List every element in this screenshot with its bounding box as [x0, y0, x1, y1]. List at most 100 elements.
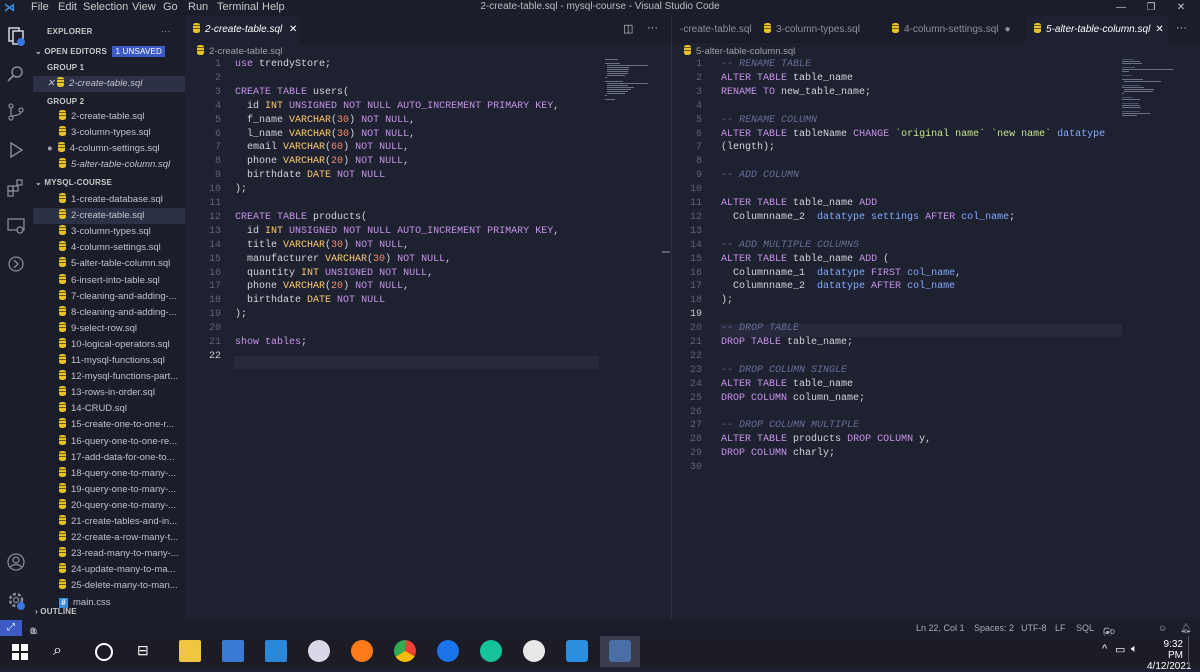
clock[interactable]: 9:32 PM 4/12/2021	[1147, 639, 1192, 672]
menu-terminal[interactable]: Terminal	[217, 1, 259, 13]
close-tab-icon[interactable]: ✕	[289, 24, 297, 35]
code-line[interactable]: phone VARCHAR(20) NOT NULL,	[235, 280, 409, 294]
code-line[interactable]: );	[721, 294, 733, 308]
code-line[interactable]: quantity INT UNSIGNED NOT NULL,	[235, 267, 433, 281]
code-line[interactable]: f_name VARCHAR(30) NOT NULL,	[235, 114, 415, 128]
code-line[interactable]: Columnname_2 datatype settings AFTER col…	[721, 211, 1015, 225]
settings-gear-icon[interactable]	[6, 590, 26, 610]
file-item[interactable]: 23-read-many-to-many-...	[33, 546, 185, 562]
code-line[interactable]: DROP COLUMN charly;	[721, 447, 835, 461]
code-line[interactable]: Columnname_2 datatype AFTER col_name	[721, 280, 955, 294]
code-line[interactable]: );	[235, 183, 247, 197]
file-item[interactable]: 13-rows-in-order.sql	[33, 385, 185, 401]
source-control-icon[interactable]	[6, 102, 26, 122]
code-line[interactable]: birthdate DATE NOT NULL	[235, 294, 385, 308]
code-line[interactable]: ALTER TABLE products DROP COLUMN y,	[721, 433, 931, 447]
chrome-icon[interactable]	[394, 640, 416, 662]
tab-2-create-table[interactable]: -create-table.sql	[672, 16, 754, 43]
right-minimap[interactable]	[1122, 59, 1192, 129]
feedback-icon[interactable]: ☺	[1158, 623, 1167, 633]
code-line[interactable]: DROP COLUMN column_name;	[721, 392, 865, 406]
file-item[interactable]: 2-create-table.sql	[33, 208, 185, 225]
menu-selection[interactable]: Selection	[83, 1, 128, 13]
file-item[interactable]: 10-logical-operators.sql	[33, 337, 185, 353]
code-line[interactable]: -- DROP COLUMN SINGLE	[721, 364, 847, 378]
language-mode[interactable]: SQL	[1076, 623, 1094, 633]
remote-indicator-icon[interactable]: ⤢	[0, 620, 22, 636]
menu-run[interactable]: Run	[188, 1, 208, 13]
open-editor-item[interactable]: 2-create-table.sql	[33, 109, 185, 125]
mail-icon[interactable]	[265, 640, 287, 662]
tab-2-create-table[interactable]: 2-create-table.sql ✕	[185, 16, 300, 43]
split-editor-icon[interactable]: ◫	[623, 22, 633, 35]
file-item[interactable]: 20-query-one-to-many-...	[33, 498, 185, 514]
minimize-icon[interactable]: —	[1106, 0, 1136, 16]
code-line[interactable]: manufacturer VARCHAR(30) NOT NULL,	[235, 253, 451, 267]
indentation[interactable]: Spaces: 2	[974, 623, 1014, 633]
code-line[interactable]: id INT UNSIGNED NOT NULL AUTO_INCREMENT …	[235, 100, 559, 114]
menu-edit[interactable]: Edit	[58, 1, 77, 13]
open-editor-item[interactable]: ✕ 2-create-table.sql	[33, 76, 185, 92]
file-item[interactable]: 15-create-one-to-one-r...	[33, 417, 185, 433]
code-line[interactable]: l_name VARCHAR(30) NOT NULL,	[235, 128, 415, 142]
code-line[interactable]: );	[235, 308, 247, 322]
file-item[interactable]: 4-column-settings.sql	[33, 240, 185, 256]
code-line[interactable]: DROP TABLE table_name;	[721, 336, 853, 350]
windows-start-icon[interactable]	[12, 644, 28, 660]
maps-icon[interactable]	[437, 640, 459, 662]
tab-5-alter-table-column[interactable]: 5-alter-table-column.sql ✕	[1026, 16, 1168, 43]
store-icon[interactable]	[222, 640, 244, 662]
tab-3-column-types[interactable]: 3-column-types.sql	[756, 16, 882, 43]
code-line[interactable]: show tables;	[235, 336, 307, 350]
open-editor-item[interactable]: 5-alter-table-column.sql	[33, 157, 185, 173]
code-line[interactable]: phone VARCHAR(20) NOT NULL,	[235, 155, 409, 169]
cortana-icon[interactable]	[95, 643, 113, 661]
file-explorer-icon[interactable]	[179, 640, 201, 662]
file-item[interactable]: 17-add-data-for-one-to...	[33, 450, 185, 466]
paint-icon[interactable]	[308, 640, 330, 662]
left-minimap[interactable]	[605, 59, 660, 119]
file-item[interactable]: 8-cleaning-and-adding-...	[33, 305, 185, 321]
task-view-icon[interactable]: ⊟	[137, 642, 149, 659]
file-item[interactable]: 3-column-types.sql	[33, 224, 185, 240]
search-icon[interactable]: ⌕	[53, 642, 62, 660]
grammarly-icon[interactable]	[480, 640, 502, 662]
file-item[interactable]: 21-create-tables-and-in...	[33, 514, 185, 530]
code-line[interactable]: -- DROP COLUMN MULTIPLE	[721, 419, 859, 433]
timeline-icon[interactable]	[6, 254, 26, 274]
file-item[interactable]: 25-delete-many-to-man...	[33, 578, 185, 594]
breadcrumb[interactable]: 5-alter-table-column.sql	[684, 45, 795, 59]
menu-view[interactable]: View	[132, 1, 156, 13]
code-line[interactable]: -- ADD COLUMN	[721, 169, 799, 183]
active-app-highlight[interactable]	[600, 636, 640, 667]
file-item[interactable]: 5-alter-table-column.sql	[33, 256, 185, 272]
run-debug-icon[interactable]	[6, 140, 26, 160]
code-line[interactable]: Columnname_1 datatype FIRST col_name,	[721, 267, 961, 281]
code-line[interactable]: ALTER TABLE table_name ADD (	[721, 253, 889, 267]
cursor-position[interactable]: Ln 22, Col 1	[916, 623, 965, 633]
open-editor-item[interactable]: 3-column-types.sql	[33, 125, 185, 141]
notifications-icon[interactable]: 🔔︎	[1180, 623, 1191, 634]
close-icon[interactable]: ✕	[47, 78, 55, 89]
open-editor-item[interactable]: ● 4-column-settings.sql	[33, 141, 185, 157]
code-line[interactable]: (length);	[721, 141, 775, 155]
close-tab-icon[interactable]: ✕	[1155, 24, 1163, 35]
scroll-indicator[interactable]	[662, 251, 670, 253]
file-item[interactable]: 16-query-one-to-one-re...	[33, 434, 185, 450]
app-icon[interactable]	[523, 640, 545, 662]
network-icon[interactable]: ▭	[1115, 643, 1125, 656]
file-item[interactable]: 7-cleaning-and-adding-...	[33, 289, 185, 305]
breadcrumb[interactable]: 2-create-table.sql	[197, 45, 282, 59]
code-line[interactable]: ALTER TABLE table_name	[721, 72, 853, 86]
file-item[interactable]: 1-create-database.sql	[33, 192, 185, 208]
open-editors-section[interactable]: ⌄ OPEN EDITORS 1 UNSAVED	[35, 44, 185, 60]
close-window-icon[interactable]: ✕	[1166, 0, 1196, 16]
code-line[interactable]: CREATE TABLE users(	[235, 86, 349, 100]
code-line[interactable]: title VARCHAR(30) NOT NULL,	[235, 239, 409, 253]
code-line[interactable]: birthdate DATE NOT NULL	[235, 169, 385, 183]
code-line[interactable]: -- RENAME TABLE	[721, 58, 811, 72]
search-icon[interactable]	[6, 64, 26, 84]
code-line[interactable]: CREATE TABLE products(	[235, 211, 367, 225]
file-item[interactable]: 24-update-many-to-ma...	[33, 562, 185, 578]
code-line[interactable]: ALTER TABLE tableName CHANGE `original n…	[721, 128, 1105, 142]
